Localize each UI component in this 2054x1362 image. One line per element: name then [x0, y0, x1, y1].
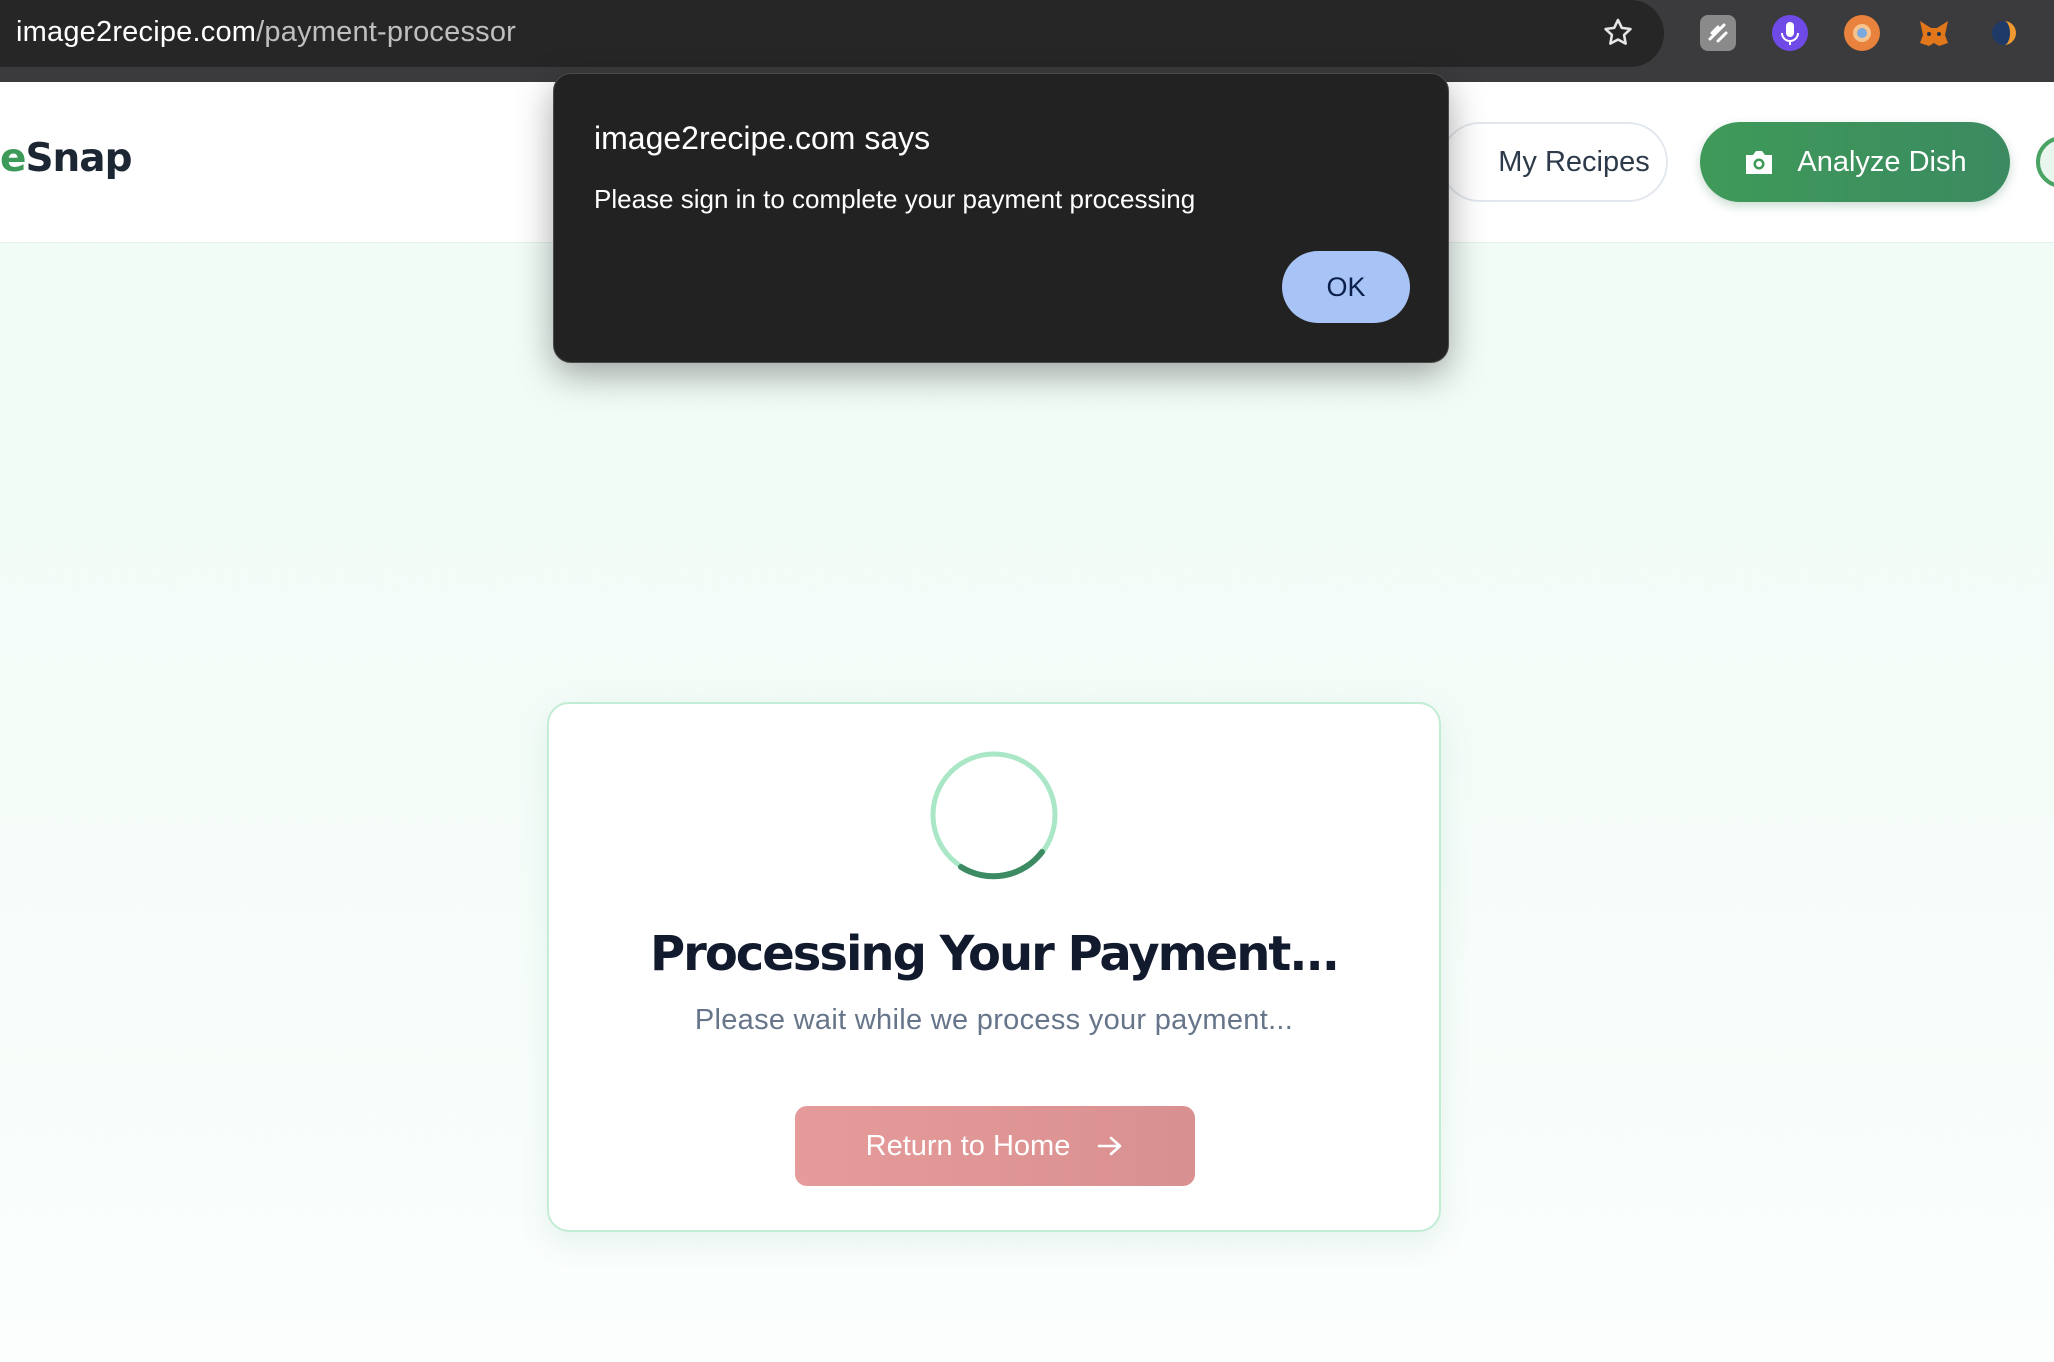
analyze-dish-button[interactable]: Analyze Dish	[1700, 122, 2010, 202]
payment-status-card: Processing Your Payment... Please wait w…	[547, 702, 1441, 1232]
url-path: /payment-processor	[256, 16, 517, 48]
ok-button[interactable]: OK	[1282, 251, 1410, 323]
metamask-fox-icon[interactable]	[1916, 15, 1952, 51]
camera-icon	[1746, 151, 1773, 174]
address-bar[interactable]: image2recipe.com/payment-processor	[0, 0, 1664, 67]
arrow-right-icon	[1098, 1136, 1122, 1156]
extension-icon[interactable]	[1700, 15, 1736, 51]
browser-extension-icon[interactable]	[1844, 15, 1880, 51]
return-home-label: Return to Home	[865, 1129, 1071, 1162]
dialog-message: Please sign in to complete your payment …	[594, 184, 1196, 214]
logo[interactable]: eSnap	[0, 136, 133, 181]
extension-icon[interactable]	[1986, 15, 2022, 51]
analyze-dish-label: Analyze Dish	[1797, 145, 1967, 178]
logo-main: Snap	[25, 136, 132, 181]
my-recipes-label: My Recipes	[1498, 145, 1650, 178]
alert-dialog: image2recipe.com says Please sign in to …	[553, 73, 1449, 363]
my-recipes-button[interactable]: My Recipes	[1440, 122, 1668, 202]
card-title: Processing Your Payment...	[649, 926, 1340, 982]
loading-spinner-icon	[929, 750, 1059, 880]
logo-accent: e	[0, 136, 26, 181]
browser-toolbar: image2recipe.com/payment-processor	[0, 0, 2054, 82]
ok-label: OK	[1326, 271, 1366, 302]
star-icon[interactable]	[1601, 16, 1635, 50]
card-subtitle: Please wait while we process your paymen…	[694, 1004, 1294, 1036]
url-host: image2recipe.com	[16, 16, 257, 48]
dialog-title: image2recipe.com says	[594, 120, 931, 156]
avatar[interactable]	[2036, 136, 2054, 188]
return-home-button[interactable]: Return to Home	[795, 1106, 1195, 1186]
microphone-icon[interactable]	[1772, 15, 1808, 51]
url-text[interactable]: image2recipe.com/payment-processor	[16, 16, 516, 49]
